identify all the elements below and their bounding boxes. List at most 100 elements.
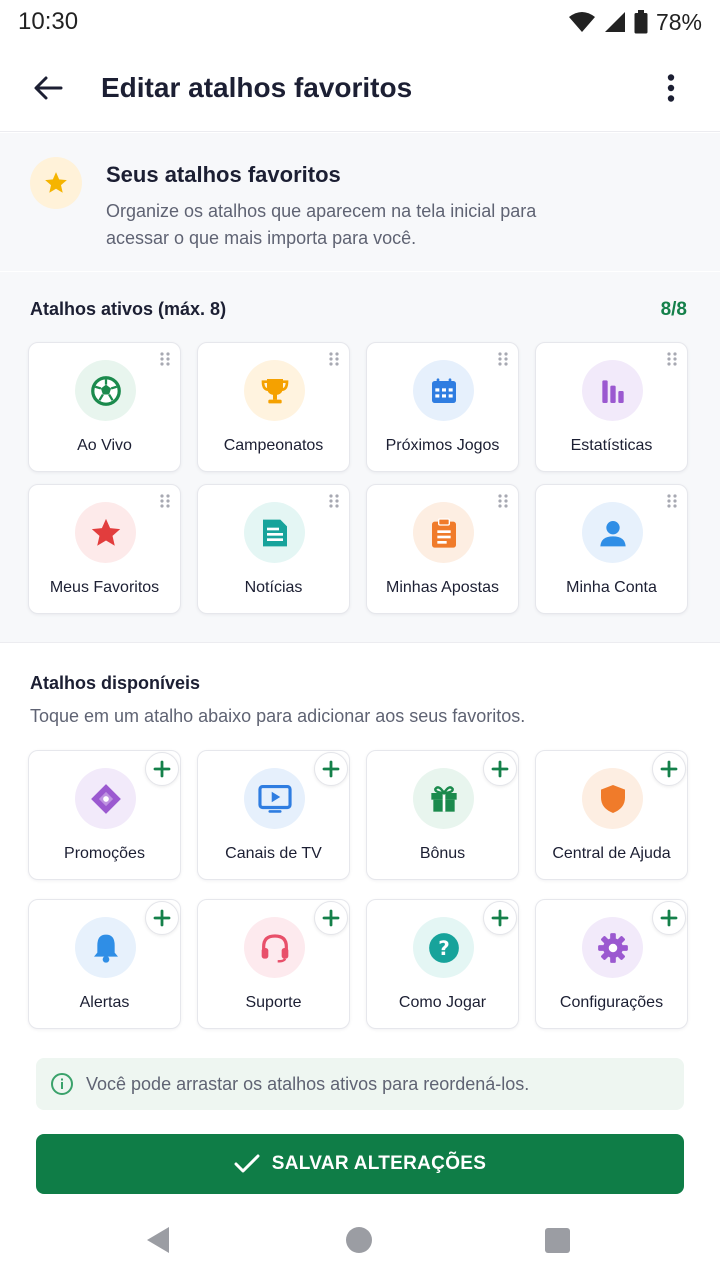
shortcut-card-como-jogar[interactable]: ? Como Jogar [366,899,519,1029]
system-nav-bar [0,1200,720,1280]
drag-tip: Você pode arrastar os atalhos ativos par… [36,1058,684,1110]
info-icon [51,1073,73,1095]
plus-icon [153,909,171,927]
shortcut-label: Notícias [244,579,303,596]
drag-handle-icon[interactable] [497,493,509,509]
add-shortcut-button[interactable] [483,752,517,786]
shortcut-card-campeonatos[interactable]: Campeonatos [197,342,350,472]
more-options-button[interactable] [656,66,686,110]
wifi-icon [568,12,595,32]
available-shortcuts-section: Atalhos disponíveis Toque em um atalho a… [0,643,720,1063]
shortcut-label: Próximos Jogos [385,437,500,454]
shortcut-card-meus-favoritos[interactable]: Meus Favoritos [28,484,181,614]
bell-icon-badge [75,917,136,978]
soccer-ball-icon [89,374,123,408]
nav-home-icon[interactable] [346,1227,372,1253]
page-title: Editar atalhos favoritos [101,72,413,103]
add-shortcut-button[interactable] [314,901,348,935]
shortcut-card-noticias[interactable]: Notícias [197,484,350,614]
trophy-icon-badge [244,360,305,421]
add-shortcut-button[interactable] [652,901,686,935]
gift-icon-badge [413,768,474,829]
tv-play-icon [257,784,292,814]
shortcut-card-ao-vivo[interactable]: Ao Vivo [28,342,181,472]
shortcut-label: Campeonatos [223,437,324,454]
shortcut-label: Suporte [245,994,302,1011]
shortcut-card-central-de-ajuda[interactable]: Central de Ajuda [535,750,688,880]
intro-star-badge [30,157,82,209]
shortcut-label: Bônus [419,845,466,862]
more-vert-icon [667,74,675,102]
shortcut-label: Ao Vivo [77,437,132,454]
intro-title: Seus atalhos favoritos [106,162,341,187]
status-time: 10:30 [18,8,79,35]
tip-text: Você pode arrastar os atalhos ativos par… [86,1073,530,1094]
calendar-icon-badge [413,360,474,421]
shortcut-card-suporte[interactable]: Suporte [197,899,350,1029]
shortcut-label: Central de Ajuda [552,845,671,862]
shortcut-card-bonus[interactable]: Bônus [366,750,519,880]
clipboard-icon-badge [413,502,474,563]
plus-icon [322,760,340,778]
calendar-icon [428,375,460,407]
nav-back-icon[interactable] [145,1226,171,1254]
tag-icon [89,782,123,816]
drag-handle-icon[interactable] [666,351,678,367]
check-icon [234,1154,260,1173]
add-shortcut-button[interactable] [314,752,348,786]
shortcut-card-proximos-jogos[interactable]: Próximos Jogos [366,342,519,472]
add-shortcut-button[interactable] [652,752,686,786]
shortcut-label: Estatísticas [570,437,653,454]
plus-icon [660,760,678,778]
active-grid: Ao Vivo Campeonatos Próximos Jogos Estatíst… [28,342,688,614]
nav-recents-icon[interactable] [545,1228,570,1253]
shortcut-card-minha-conta[interactable]: Minha Conta [535,484,688,614]
shortcut-label: Meus Favoritos [49,579,160,596]
save-changes-button[interactable]: SALVAR ALTERAÇÕES [36,1134,684,1194]
drag-handle-icon[interactable] [328,351,340,367]
bar-chart-icon [597,375,629,407]
add-shortcut-button[interactable] [145,901,179,935]
drag-handle-icon[interactable] [328,493,340,509]
drag-handle-icon[interactable] [159,351,171,367]
intro-card: Seus atalhos favoritos Organize os atalh… [0,133,720,271]
question-icon: ? [427,931,461,965]
shortcut-card-configuracoes[interactable]: Configurações [535,899,688,1029]
bar-chart-icon-badge [582,360,643,421]
drag-handle-icon[interactable] [666,493,678,509]
user-icon [597,517,629,549]
clipboard-icon [429,517,459,549]
headset-icon-badge [244,917,305,978]
shortcut-label: Configurações [559,994,664,1011]
tv-play-icon-badge [244,768,305,829]
shortcut-card-minhas-apostas[interactable]: Minhas Apostas [366,484,519,614]
shortcut-label: Canais de TV [225,845,322,862]
user-icon-badge [582,502,643,563]
available-subtitle: Toque em um atalho abaixo para adicionar… [30,706,526,726]
bell-icon [91,932,121,964]
shortcut-card-canais-de-tv[interactable]: Canais de TV [197,750,350,880]
battery-percent: 78% [655,8,702,35]
add-shortcut-button[interactable] [145,752,179,786]
active-count: 8/8 [660,299,687,320]
available-grid: Promoções Canais de TV Bônus Central de Aju… [28,750,688,1029]
gear-icon [596,931,630,965]
shortcut-card-promocoes[interactable]: Promoções [28,750,181,880]
drag-handle-icon[interactable] [497,351,509,367]
question-icon-badge: ? [413,917,474,978]
back-button[interactable] [26,66,70,110]
active-heading: Atalhos ativos (máx. 8) [30,299,227,319]
shortcut-card-alertas[interactable]: Alertas [28,899,181,1029]
svg-text:?: ? [438,937,450,960]
tag-icon-badge [75,768,136,829]
arrow-back-icon [34,76,63,100]
battery-icon [634,10,648,34]
active-shortcuts-section: Atalhos ativos (máx. 8) 8/8 Ao Vivo Campe… [0,272,720,642]
shortcut-label: Minha Conta [566,579,657,596]
available-heading: Atalhos disponíveis [30,673,201,693]
plus-icon [660,909,678,927]
add-shortcut-button[interactable] [483,901,517,935]
shortcut-card-estatisticas[interactable]: Estatísticas [535,342,688,472]
drag-handle-icon[interactable] [159,493,171,509]
shortcut-label: Alertas [79,994,130,1011]
